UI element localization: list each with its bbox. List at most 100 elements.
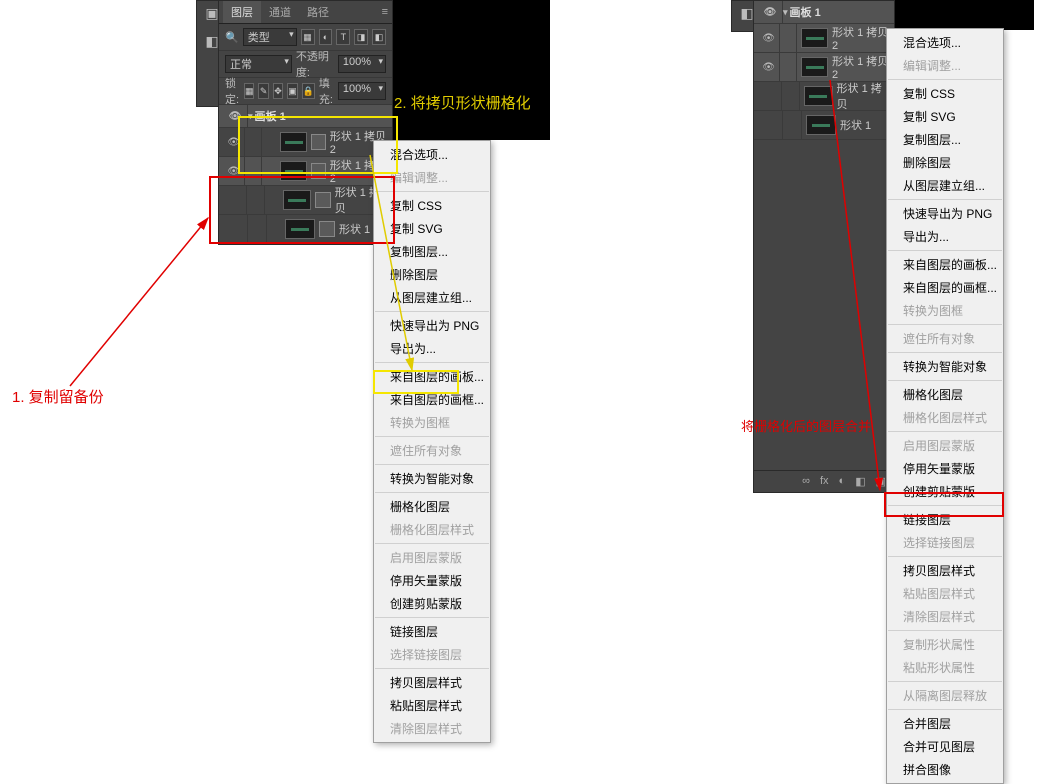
lock-btn-4[interactable]: ▣ (287, 83, 298, 99)
menu-item[interactable]: 复制 CSS (374, 194, 490, 217)
menu-item[interactable]: 链接图层 (374, 620, 490, 643)
layer-context-menu-left[interactable]: 混合选项...编辑调整...复制 CSS复制 SVG复制图层...删除图层从图层… (373, 140, 491, 743)
canvas-area-left (386, 0, 550, 140)
blend-row: 正常 不透明度: 100% (219, 51, 392, 78)
menu-item[interactable]: 粘贴图层样式 (374, 694, 490, 717)
menu-item[interactable]: 快速导出为 PNG (374, 314, 490, 337)
layers-panel-left: 图层 通道 路径 ≡ 🔍 类型 ▦ ◐ T ◨ ◧ 正常 不透明度: 100% … (218, 0, 393, 245)
eye-icon[interactable] (227, 136, 240, 148)
layer-row[interactable]: 形状 1 拷贝 (219, 186, 392, 215)
menu-separator (888, 681, 1002, 682)
lock-btn-2[interactable]: ✎ (258, 83, 268, 99)
layer-row[interactable]: 形状 1 (754, 111, 894, 140)
menu-item[interactable]: 复制 CSS (887, 82, 1003, 105)
menu-separator (375, 617, 489, 618)
tab-channels[interactable]: 通道 (261, 1, 299, 23)
artboard-row[interactable]: 画板 1 (754, 1, 894, 24)
menu-item[interactable]: 从图层建立组... (887, 174, 1003, 197)
menu-item[interactable]: 删除图层 (887, 151, 1003, 174)
layer-thumb (280, 161, 307, 181)
menu-item[interactable]: 来自图层的画板... (374, 365, 490, 388)
lock-btn-1[interactable]: ▦ (244, 83, 255, 99)
menu-item[interactable]: 转换为智能对象 (887, 355, 1003, 378)
menu-item[interactable]: 合并图层 (887, 712, 1003, 735)
menu-item[interactable]: 来自图层的画板... (887, 253, 1003, 276)
menu-item[interactable]: 栅格化图层 (887, 383, 1003, 406)
menu-item[interactable]: 删除图层 (374, 263, 490, 286)
menu-item[interactable]: 导出为... (887, 225, 1003, 248)
filter-btn-5[interactable]: ◧ (372, 29, 386, 45)
menu-item: 粘贴形状属性 (887, 656, 1003, 679)
layer-row[interactable]: 形状 1 拷贝 2 (219, 128, 392, 157)
filter-btn-4[interactable]: ◨ (354, 29, 368, 45)
tab-layers[interactable]: 图层 (223, 1, 261, 23)
filter-btn-2[interactable]: ◐ (319, 29, 333, 45)
menu-item[interactable]: 复制图层... (374, 240, 490, 263)
eye-icon[interactable] (227, 165, 240, 177)
blend-mode-select[interactable]: 正常 (225, 55, 292, 73)
filter-btn-3[interactable]: T (336, 29, 350, 45)
filter-type-select[interactable]: 类型 (243, 28, 297, 46)
eye-icon[interactable] (762, 61, 775, 73)
artboard-row[interactable]: 画板 1 (219, 105, 392, 128)
footer-fx-icon[interactable]: fx (820, 475, 829, 488)
menu-item[interactable]: 从图层建立组... (374, 286, 490, 309)
eye-icon[interactable] (762, 32, 775, 44)
menu-item[interactable]: 创建剪贴蒙版 (887, 480, 1003, 503)
lock-btn-5[interactable]: 🔒 (302, 83, 315, 99)
menu-separator (888, 709, 1002, 710)
menu-item[interactable]: 复制图层... (887, 128, 1003, 151)
menu-item: 复制形状属性 (887, 633, 1003, 656)
menu-item[interactable]: 栅格化图层 (374, 495, 490, 518)
layer-row[interactable]: 形状 1 拷贝 2 (754, 24, 894, 53)
menu-item[interactable]: 混合选项... (374, 143, 490, 166)
menu-separator (888, 380, 1002, 381)
eye-icon[interactable] (229, 110, 242, 122)
filter-btn-1[interactable]: ▦ (301, 29, 315, 45)
menu-item[interactable]: 导出为... (374, 337, 490, 360)
search-icon: 🔍 (225, 31, 239, 44)
menu-separator (375, 668, 489, 669)
footer-new-icon[interactable]: ▣ (876, 475, 886, 488)
panel-menu-icon[interactable]: ≡ (382, 6, 388, 18)
layer-row[interactable]: 形状 1 拷贝 2 (754, 53, 894, 82)
opacity-value[interactable]: 100% (338, 55, 386, 73)
menu-item[interactable]: 来自图层的画框... (887, 276, 1003, 299)
menu-item[interactable]: 来自图层的画框... (374, 388, 490, 411)
menu-item[interactable]: 停用矢量蒙版 (374, 569, 490, 592)
footer-adj-icon[interactable]: ◧ (855, 475, 865, 488)
layer-row[interactable]: 形状 1 拷贝 2 (219, 157, 392, 186)
menu-separator (375, 362, 489, 363)
menu-item[interactable]: 拷贝图层样式 (374, 671, 490, 694)
fill-label: 填充: (319, 75, 334, 107)
menu-item[interactable]: 混合选项... (887, 31, 1003, 54)
layer-context-menu-right[interactable]: 混合选项...编辑调整...复制 CSS复制 SVG复制图层...删除图层从图层… (886, 28, 1004, 784)
menu-item[interactable]: 拼合图像 (887, 758, 1003, 781)
menu-item[interactable]: 拷贝图层样式 (887, 559, 1003, 582)
footer-mask-icon[interactable]: ◐ (839, 475, 846, 488)
eye-icon[interactable] (764, 6, 777, 18)
menu-item[interactable]: 快速导出为 PNG (887, 202, 1003, 225)
mask-thumb (319, 221, 335, 237)
tab-paths[interactable]: 路径 (299, 1, 337, 23)
footer-link-icon[interactable]: ∞ (802, 475, 810, 488)
menu-item[interactable]: 创建剪贴蒙版 (374, 592, 490, 615)
menu-separator (375, 191, 489, 192)
artboard-name: 画板 1 (790, 4, 821, 20)
lock-btn-3[interactable]: ✥ (273, 83, 283, 99)
layer-row[interactable]: 形状 1 (219, 215, 392, 244)
menu-item[interactable]: 复制 SVG (374, 217, 490, 240)
menu-separator (375, 436, 489, 437)
menu-item[interactable]: 链接图层 (887, 508, 1003, 531)
layer-row[interactable]: 形状 1 拷贝 (754, 82, 894, 111)
fill-value[interactable]: 100% (338, 82, 386, 100)
menu-separator (375, 464, 489, 465)
menu-item: 粘贴图层样式 (887, 582, 1003, 605)
menu-separator (888, 352, 1002, 353)
menu-item[interactable]: 转换为智能对象 (374, 467, 490, 490)
menu-separator (888, 556, 1002, 557)
menu-item[interactable]: 复制 SVG (887, 105, 1003, 128)
layer-thumb (801, 28, 828, 48)
menu-item[interactable]: 停用矢量蒙版 (887, 457, 1003, 480)
menu-item[interactable]: 合并可见图层 (887, 735, 1003, 758)
